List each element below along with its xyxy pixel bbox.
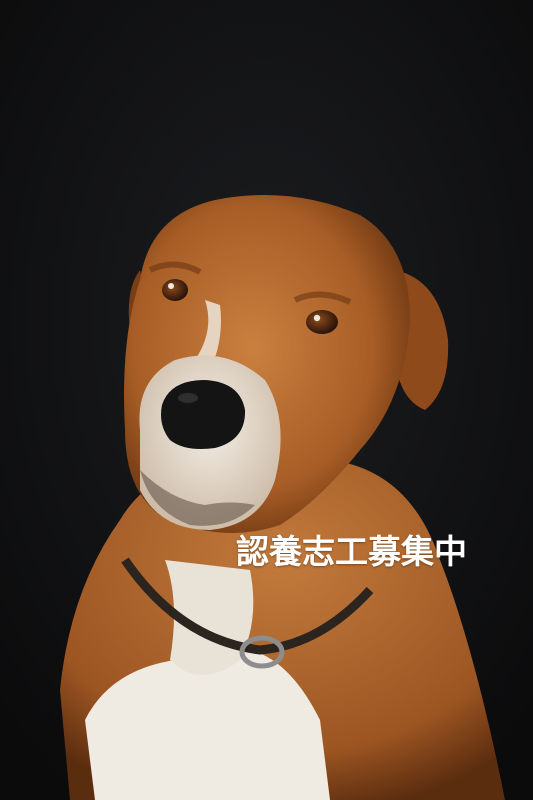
right-eye-glint xyxy=(313,314,321,322)
right-eye xyxy=(306,310,338,334)
left-eye xyxy=(162,279,188,301)
left-eye-glint xyxy=(168,283,174,289)
dog-illustration xyxy=(0,0,533,800)
dog-photo: 認養志工募集中 xyxy=(0,0,533,800)
nose xyxy=(161,380,246,449)
adoption-caption: 認養志工募集中 xyxy=(236,532,467,571)
nose-highlight xyxy=(178,393,198,403)
